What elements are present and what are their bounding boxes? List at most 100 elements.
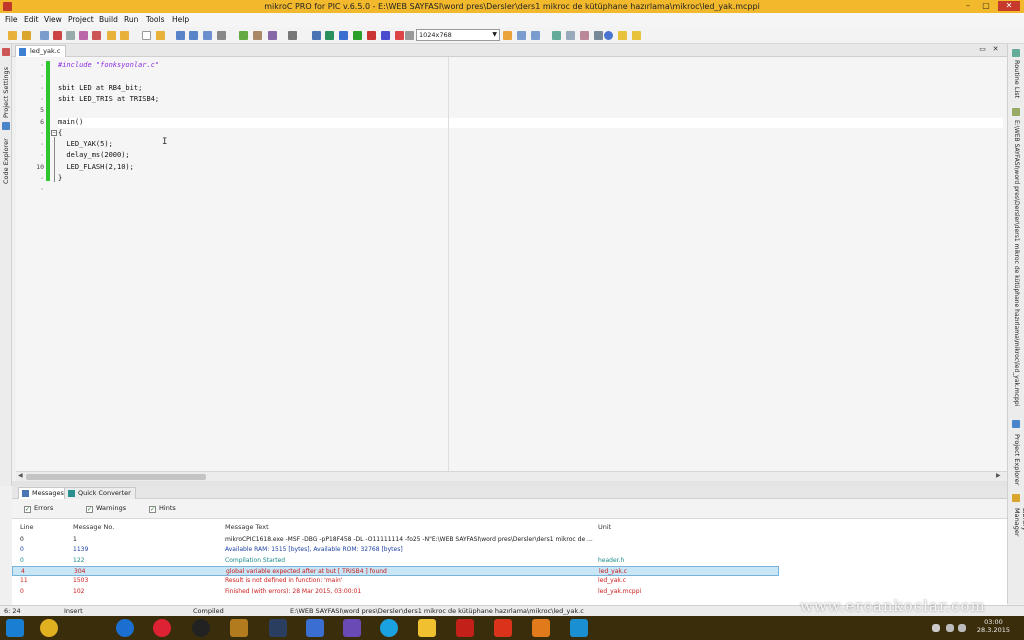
resolution-select[interactable]: 1024x768 ▼ xyxy=(416,29,500,41)
new-file-icon[interactable] xyxy=(142,31,151,40)
audition-icon[interactable] xyxy=(269,619,287,637)
code-line[interactable]: delay_ms(2000); xyxy=(58,151,129,159)
open-file-icon[interactable] xyxy=(156,31,165,40)
tray-arrow-icon[interactable] xyxy=(932,624,940,632)
code-explorer-icon[interactable] xyxy=(2,122,10,130)
ascii-chart-icon[interactable] xyxy=(566,31,575,40)
skype-icon[interactable] xyxy=(380,619,398,637)
code-line[interactable]: main() xyxy=(58,118,83,126)
library-manager-tab[interactable]: Library Manager xyxy=(1013,508,1024,560)
routine-list-tab[interactable]: Routine List xyxy=(1013,60,1021,100)
project-manager-icon[interactable] xyxy=(79,31,88,40)
code-line[interactable]: } xyxy=(58,174,62,182)
menu-build[interactable]: Build xyxy=(99,15,118,24)
code-line[interactable]: LED_YAK(5); xyxy=(58,140,112,148)
column-header-message-no[interactable]: Message No. xyxy=(73,523,114,531)
code-line[interactable]: sbit LED at RB4_bit; xyxy=(58,84,142,92)
save-file-icon[interactable] xyxy=(176,31,185,40)
close-project-icon[interactable] xyxy=(53,31,62,40)
step-into-icon[interactable] xyxy=(339,31,348,40)
help-icon[interactable] xyxy=(604,31,613,40)
layout-icon[interactable] xyxy=(503,31,512,40)
internet-explorer-icon[interactable] xyxy=(116,619,134,637)
title-bar[interactable]: mikroC PRO for PIC v.6.5.0 - E:\WEB SAYF… xyxy=(0,0,1024,13)
open-project-icon[interactable] xyxy=(22,31,31,40)
project-path-tab[interactable]: E:\WEB SAYFASI\word pres\Dersler\ders1 m… xyxy=(1013,120,1020,415)
stop-debugger-icon[interactable] xyxy=(367,31,376,40)
menu-file[interactable]: File xyxy=(5,15,18,24)
project-explorer-tab[interactable]: Project Explorer xyxy=(1013,434,1021,486)
edit-project-icon[interactable] xyxy=(66,31,75,40)
code-area[interactable]: #include "fonksyonlar.c" sbit LED at RB4_… xyxy=(58,57,1008,471)
delete-layout-icon[interactable] xyxy=(531,31,540,40)
proteus-icon[interactable] xyxy=(532,619,550,637)
message-row[interactable]: 0 102 Finished (with errors): 28 Mar 2015,… xyxy=(12,587,1007,597)
code-line[interactable]: LED_FLASH(2,10); xyxy=(58,163,133,171)
message-row[interactable]: 0 1139 Available RAM: 1515 [bytes], Availa… xyxy=(12,545,1007,555)
print-icon[interactable] xyxy=(217,31,226,40)
message-row[interactable]: 11 1503 Result is not defined in function:… xyxy=(12,576,1007,586)
code-line[interactable]: #include "fonksyonlar.c" xyxy=(58,61,159,69)
camera-app-icon[interactable] xyxy=(192,619,210,637)
menu-tools[interactable]: Tools xyxy=(146,15,164,24)
fold-toggle-icon[interactable]: − xyxy=(51,130,57,136)
mikroc-taskbar-icon[interactable] xyxy=(494,619,512,637)
save-layout-icon[interactable] xyxy=(517,31,526,40)
tips-icon[interactable] xyxy=(632,31,641,40)
close-tab-icon[interactable]: ✕ xyxy=(991,45,1000,54)
warnings-checkbox[interactable]: ✓ Warnings xyxy=(86,504,126,513)
volume-icon[interactable] xyxy=(958,624,966,632)
scroll-thumb[interactable] xyxy=(26,474,206,480)
tab-quick-converter[interactable]: Quick Converter xyxy=(64,487,136,499)
teamviewer-icon[interactable] xyxy=(570,619,588,637)
message-row[interactable]: 0 1 mikroCPIC1618.exe -MSF -DBG -pP18F458 … xyxy=(12,535,1007,545)
build-icon[interactable] xyxy=(239,31,248,40)
close-button[interactable]: ✕ xyxy=(998,1,1020,11)
run-icon[interactable] xyxy=(325,31,334,40)
lcd-designer-icon[interactable] xyxy=(594,31,603,40)
menu-help[interactable]: Help xyxy=(172,15,189,24)
errors-checkbox[interactable]: ✓ Errors xyxy=(24,504,53,513)
project-file-icon[interactable] xyxy=(1012,108,1020,116)
scroll-left-icon[interactable]: ◀ xyxy=(18,472,23,479)
menu-project[interactable]: Project xyxy=(68,15,94,24)
message-row[interactable]: 4 304 global variable expected after at bu… xyxy=(12,565,779,576)
library-manager-icon[interactable] xyxy=(1012,494,1020,502)
scroll-right-icon[interactable]: ▶ xyxy=(996,472,1001,479)
column-header-line[interactable]: Line xyxy=(20,523,34,531)
remove-file-icon[interactable] xyxy=(92,31,101,40)
redo-icon[interactable] xyxy=(120,31,129,40)
code-line[interactable]: { xyxy=(58,129,62,137)
system-clock[interactable]: 03:00 28.3.2015 xyxy=(977,618,1010,634)
project-explorer-icon[interactable] xyxy=(1012,420,1020,428)
network-icon[interactable] xyxy=(946,624,954,632)
routine-list-icon[interactable] xyxy=(1012,49,1020,57)
code-editor[interactable]: · · · · 5 6 · · · 10 · · − #include "fonksyonlar.c"… xyxy=(16,57,1007,471)
hints-checkbox[interactable]: ✓ Hints xyxy=(149,504,176,513)
tab-messages[interactable]: Messages xyxy=(18,487,69,499)
save-as-icon[interactable] xyxy=(203,31,212,40)
about-icon[interactable] xyxy=(618,31,627,40)
build-all-icon[interactable] xyxy=(253,31,262,40)
chrome-icon[interactable] xyxy=(40,619,58,637)
save-project-icon[interactable] xyxy=(40,31,49,40)
build-program-icon[interactable] xyxy=(268,31,277,40)
step-out-icon[interactable] xyxy=(381,31,390,40)
programmer-app-icon[interactable] xyxy=(418,619,436,637)
toolbar-options-icon[interactable] xyxy=(405,31,414,40)
start-debugger-icon[interactable] xyxy=(312,31,321,40)
seven-segment-icon[interactable] xyxy=(580,31,589,40)
undo-icon[interactable] xyxy=(107,31,116,40)
new-project-icon[interactable] xyxy=(8,31,17,40)
code-line[interactable]: sbit LED_TRIS at TRISB4; xyxy=(58,95,159,103)
usart-terminal-icon[interactable] xyxy=(552,31,561,40)
message-row[interactable]: 0 122 Compilation Started header.h xyxy=(12,556,1007,566)
column-header-message-text[interactable]: Message Text xyxy=(225,523,269,531)
code-explorer-tab[interactable]: Code Explorer xyxy=(2,134,10,184)
breakpoint-icon[interactable] xyxy=(395,31,404,40)
minimize-button[interactable]: – xyxy=(960,1,976,11)
project-settings-icon[interactable] xyxy=(2,48,10,56)
step-over-icon[interactable] xyxy=(353,31,362,40)
filezilla-icon[interactable] xyxy=(456,619,474,637)
save-all-icon[interactable] xyxy=(189,31,198,40)
